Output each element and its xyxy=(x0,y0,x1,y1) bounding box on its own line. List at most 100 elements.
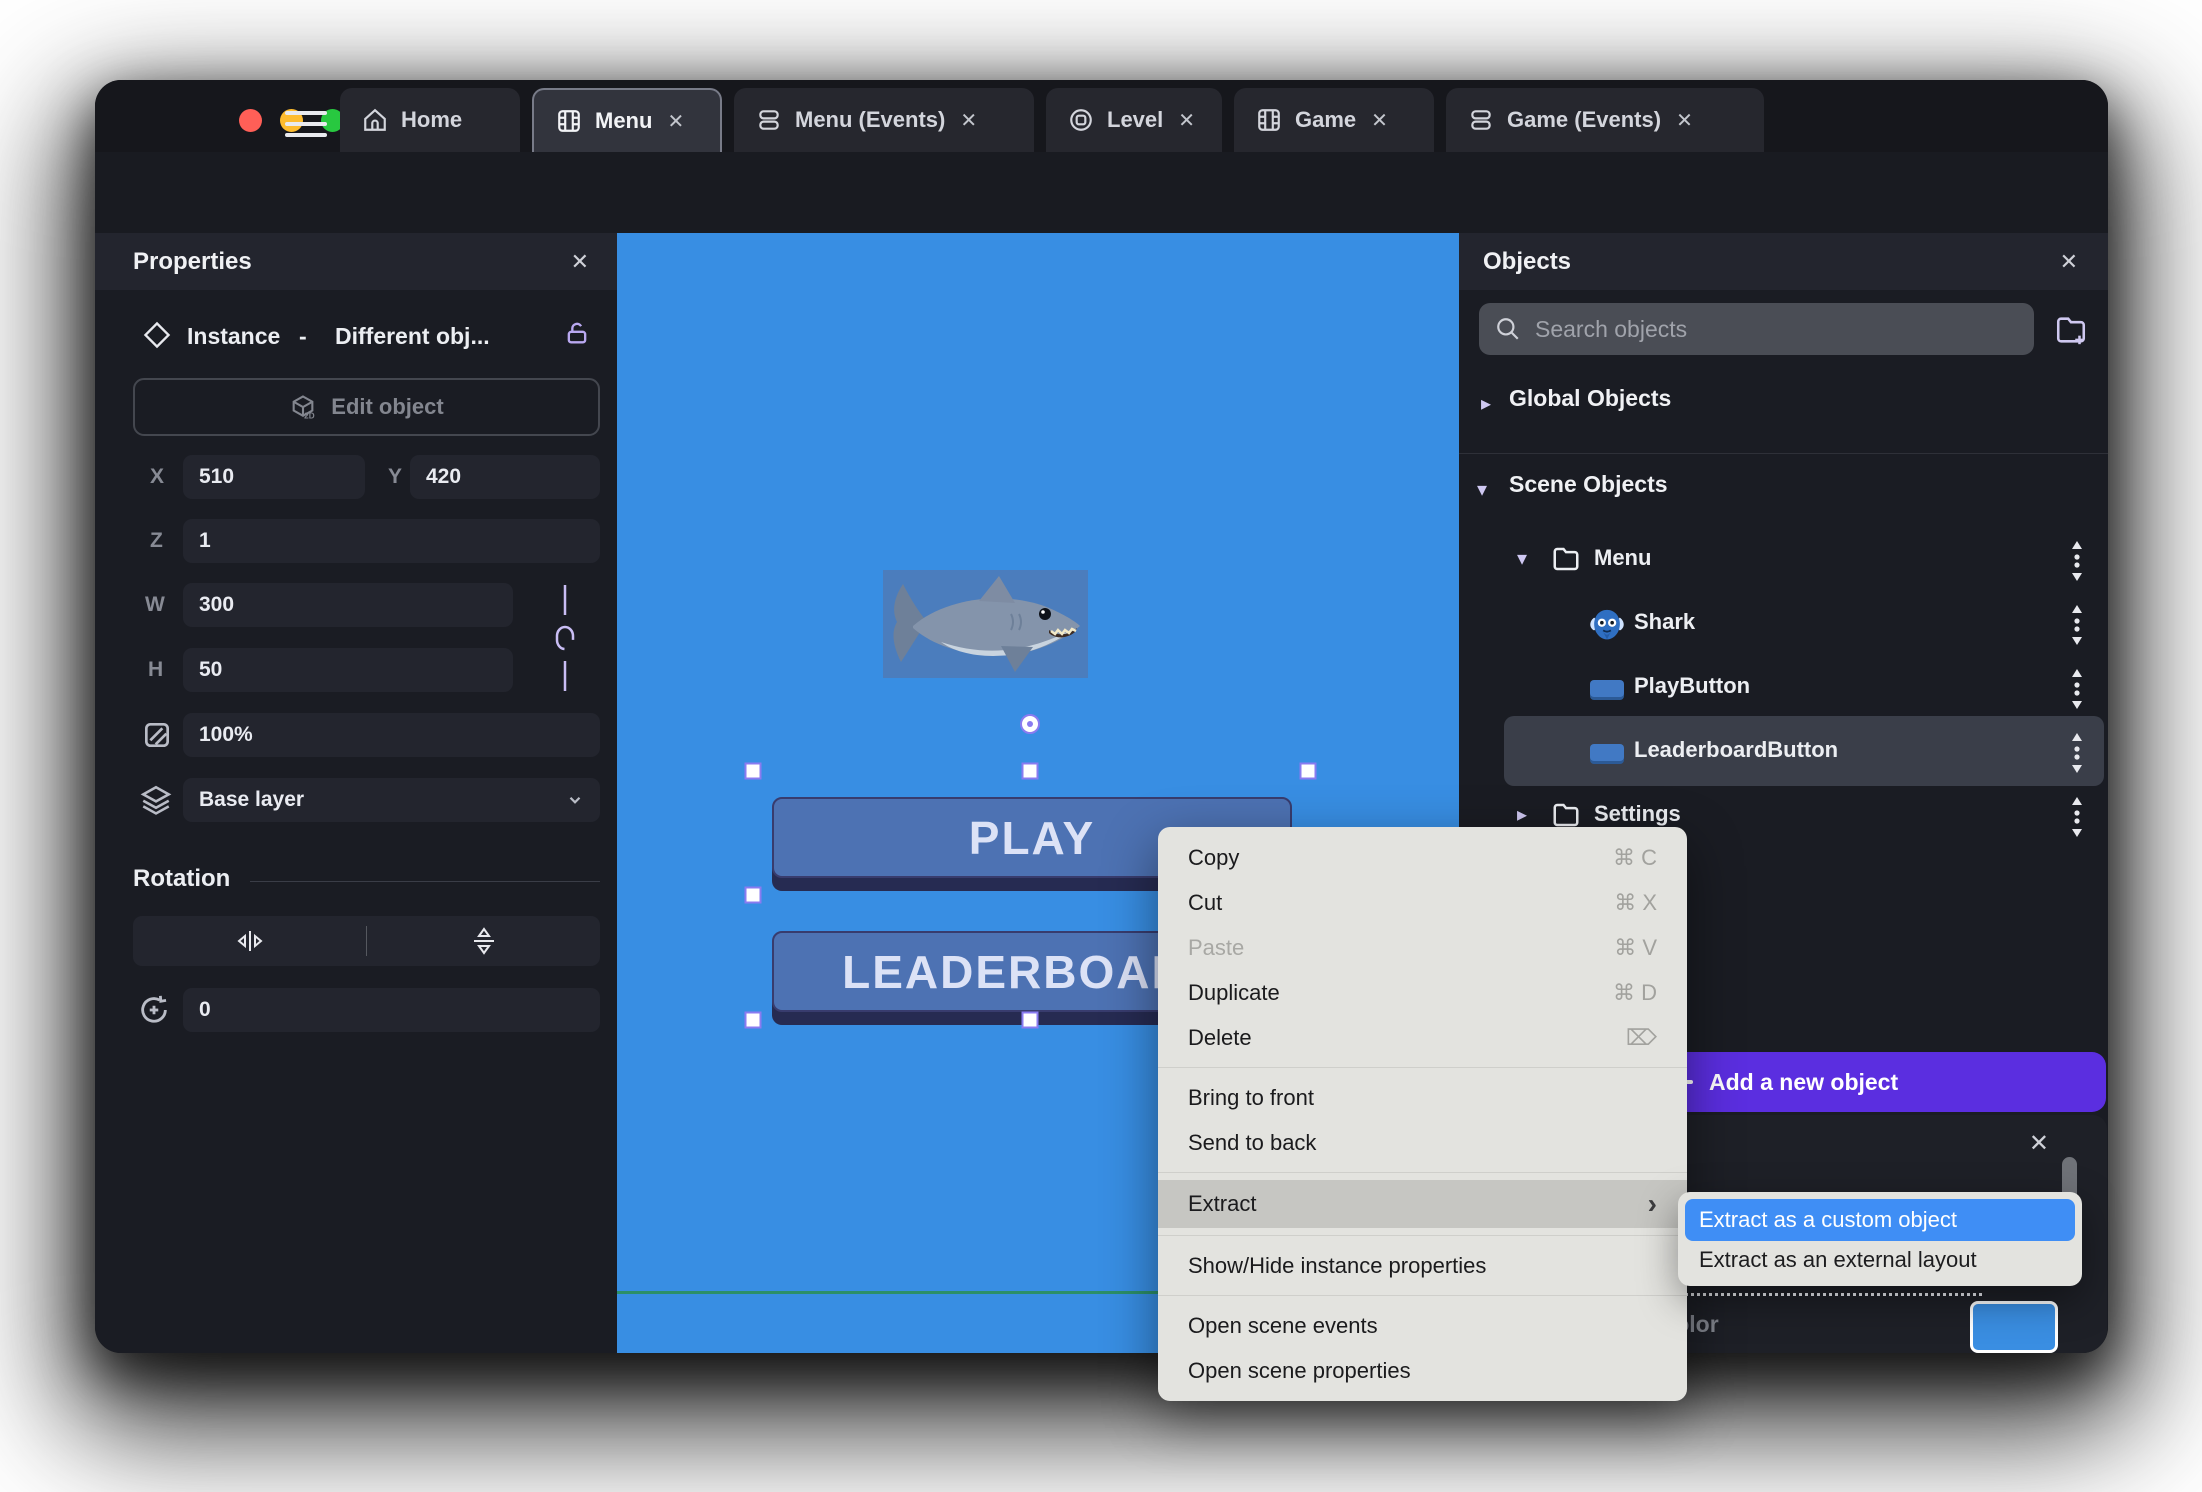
chevron-right-icon[interactable]: ▸ xyxy=(1517,802,1527,827)
unlock-icon[interactable] xyxy=(563,319,591,347)
home-icon xyxy=(362,107,388,133)
tree-row-menu-folder[interactable]: ▾ Menu xyxy=(1459,530,2108,592)
menu-item-delete[interactable]: Delete ⌦ xyxy=(1158,1015,1687,1060)
layer-select[interactable]: Base layer xyxy=(183,778,600,822)
menu-item-duplicate[interactable]: Duplicate ⌘ D xyxy=(1158,970,1687,1015)
selection-handle-top-middle[interactable] xyxy=(1021,762,1039,780)
submenu-item-extract-external-layout[interactable]: Extract as an external layout xyxy=(1685,1241,2075,1279)
height-input[interactable]: 50 xyxy=(183,648,513,692)
delete-key-icon: ⌦ xyxy=(1625,1024,1657,1050)
properties-panel: Properties ✕ Instance - Different obj...… xyxy=(95,233,617,1353)
instance-diamond-icon xyxy=(143,321,171,349)
flip-vertical-button[interactable] xyxy=(367,916,600,966)
close-window-button[interactable] xyxy=(239,109,262,132)
menu-item-bring-to-front[interactable]: Bring to front xyxy=(1158,1075,1687,1120)
menu-item-show-hide-instance-properties[interactable]: Show/Hide instance properties xyxy=(1158,1243,1687,1288)
menu-hamburger-icon[interactable] xyxy=(285,111,327,137)
menu-item-cut[interactable]: Cut ⌘ X xyxy=(1158,880,1687,925)
shortcut: ⌘ X xyxy=(1614,889,1657,915)
tab-menu[interactable]: Menu ✕ xyxy=(532,88,722,152)
instance-separator: - xyxy=(299,323,307,349)
tab-home[interactable]: Home xyxy=(340,88,520,152)
selection-handle-top-left[interactable] xyxy=(744,762,762,780)
menu-item-open-scene-properties[interactable]: Open scene properties xyxy=(1158,1348,1687,1393)
shortcut: ⌘ C xyxy=(1613,844,1657,870)
y-input[interactable]: 420 xyxy=(410,455,600,499)
tab-label: Game (Events) xyxy=(1507,107,1662,132)
shark-object-icon xyxy=(1589,606,1625,642)
svg-text:2D: 2D xyxy=(304,412,315,421)
row-menu-icon[interactable] xyxy=(2071,541,2083,581)
tree-row-shark[interactable]: Shark xyxy=(1459,594,2108,656)
properties-title: Properties xyxy=(133,247,252,275)
scene-icon xyxy=(556,108,582,134)
row-menu-icon[interactable] xyxy=(2071,669,2083,709)
tab-game-events[interactable]: Game (Events) ✕ xyxy=(1446,88,1764,152)
shark-sprite[interactable] xyxy=(883,570,1088,678)
tree-label: PlayButton xyxy=(1634,673,1751,698)
tree-row-leaderboardbutton[interactable]: LeaderboardButton xyxy=(1459,722,2108,784)
menu-item-paste[interactable]: Paste ⌘ V xyxy=(1158,925,1687,970)
tree-label: LeaderboardButton xyxy=(1634,737,1839,762)
edit-object-button[interactable]: 2D Edit object xyxy=(133,378,600,436)
tab-level[interactable]: Level ✕ xyxy=(1046,88,1222,152)
selection-handle-top-right[interactable] xyxy=(1299,762,1317,780)
row-menu-icon[interactable] xyxy=(2071,605,2083,645)
menu-item-extract[interactable]: Extract › xyxy=(1158,1180,1687,1228)
close-tab-icon[interactable]: ✕ xyxy=(1178,108,1195,133)
tab-label: Home xyxy=(401,107,463,132)
shortcut: ⌘ D xyxy=(1613,979,1657,1005)
close-objects-icon[interactable]: ✕ xyxy=(2060,249,2078,275)
z-input[interactable]: 1 xyxy=(183,519,600,563)
tab-label: Level xyxy=(1107,107,1164,132)
menu-item-copy[interactable]: Copy ⌘ C xyxy=(1158,835,1687,880)
close-tab-icon[interactable]: ✕ xyxy=(1676,108,1693,133)
tab-game[interactable]: Game ✕ xyxy=(1234,88,1434,152)
link-dimensions-icon[interactable] xyxy=(550,583,580,693)
add-folder-icon[interactable] xyxy=(2054,313,2088,347)
tab-menu-events[interactable]: Menu (Events) ✕ xyxy=(734,88,1034,152)
flip-controls xyxy=(133,916,600,966)
context-menu: Copy ⌘ C Cut ⌘ X Paste ⌘ V Duplicate ⌘ D Del… xyxy=(1158,827,1687,1401)
close-properties-icon[interactable]: ✕ xyxy=(571,249,589,275)
close-tab-icon[interactable]: ✕ xyxy=(960,108,977,133)
global-objects-section[interactable]: Global Objects xyxy=(1509,385,1671,412)
edit-object-label: Edit object xyxy=(331,394,444,419)
instance-label: Instance xyxy=(187,323,281,349)
folder-icon xyxy=(1551,544,1581,574)
x-input[interactable]: 510 xyxy=(183,455,365,499)
chevron-down-icon[interactable]: ▾ xyxy=(1477,477,1487,502)
tree-row-playbutton[interactable]: PlayButton xyxy=(1459,658,2108,720)
selection-handle-bottom-middle[interactable] xyxy=(1021,1011,1039,1029)
rotation-handle[interactable] xyxy=(1020,714,1040,734)
search-icon xyxy=(1495,316,1521,342)
rotation-input[interactable]: 0 xyxy=(183,988,600,1032)
menu-item-open-scene-events[interactable]: Open scene events xyxy=(1158,1303,1687,1348)
selection-handle-bottom-left[interactable] xyxy=(744,1011,762,1029)
opacity-input[interactable]: 100% xyxy=(183,713,600,757)
chevron-down-icon xyxy=(566,791,584,809)
close-tab-icon[interactable]: ✕ xyxy=(1371,108,1388,133)
submenu-arrow-icon: › xyxy=(1647,1188,1657,1219)
z-label: Z xyxy=(150,529,163,552)
close-panel-icon[interactable]: ✕ xyxy=(2029,1129,2049,1158)
width-input[interactable]: 300 xyxy=(183,583,513,627)
toolbar: Preview Share xyxy=(95,152,2108,294)
row-menu-icon[interactable] xyxy=(2071,797,2083,837)
background-color-swatch[interactable] xyxy=(1970,1301,2058,1353)
extract-submenu: Extract as a custom object Extract as an… xyxy=(1678,1192,2082,1286)
chevron-right-icon[interactable]: ▸ xyxy=(1481,391,1491,416)
chevron-down-icon[interactable]: ▾ xyxy=(1517,546,1527,571)
objects-title: Objects xyxy=(1483,247,1572,275)
menu-item-send-to-back[interactable]: Send to back xyxy=(1158,1120,1687,1165)
events-sheet-icon xyxy=(1468,107,1494,133)
selection-handle-middle-left[interactable] xyxy=(744,886,762,904)
flip-horizontal-button[interactable] xyxy=(133,916,366,966)
h-label: H xyxy=(148,658,164,681)
close-tab-icon[interactable]: ✕ xyxy=(667,109,684,134)
search-input[interactable]: Search objects xyxy=(1479,303,2034,355)
button-object-icon xyxy=(1590,680,1624,697)
row-menu-icon[interactable] xyxy=(2071,733,2083,773)
submenu-item-extract-custom-object[interactable]: Extract as a custom object xyxy=(1685,1199,2075,1241)
scene-objects-section[interactable]: Scene Objects xyxy=(1509,471,1668,498)
